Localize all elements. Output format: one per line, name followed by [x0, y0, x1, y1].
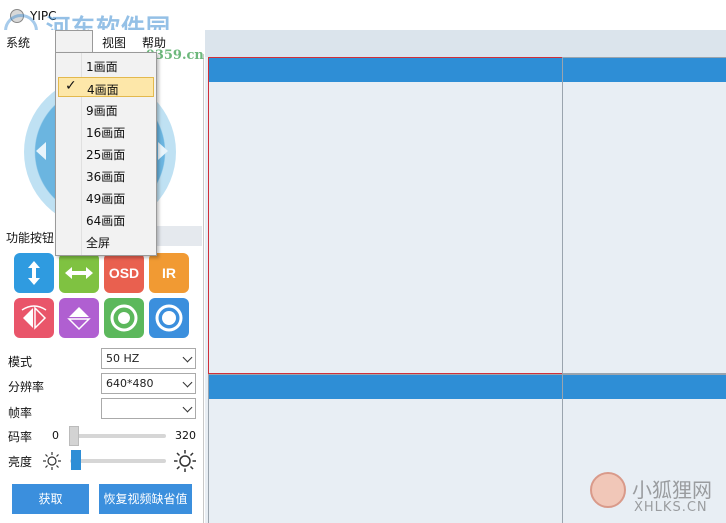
sun-small-icon — [43, 452, 61, 470]
osd-button-label: OSD — [108, 265, 140, 281]
fullscreen-option[interactable]: 全屏 — [58, 231, 154, 251]
fox-watermark-logo-icon — [590, 472, 626, 508]
record-button[interactable] — [104, 298, 144, 338]
layout-option-label: 9画面 — [86, 104, 118, 118]
framerate-label: 帧率 — [8, 406, 33, 420]
fox-watermark-name: 小狐狸网 — [632, 478, 712, 502]
flip-button[interactable] — [59, 298, 99, 338]
ir-button-label: IR — [162, 265, 176, 281]
screen-layout-dropdown: 1画面 ✓ 4画面 9画面 16画面 25画面 36画面 49画面 64画面 全屏 — [55, 52, 157, 256]
vertical-flip-button[interactable] — [14, 253, 54, 293]
mirror-button[interactable] — [14, 298, 54, 338]
restore-defaults-button[interactable]: 恢复视频缺省值 — [99, 484, 192, 514]
video-cell-header — [563, 375, 726, 399]
function-buttons-label: 功能按钮 — [6, 231, 55, 245]
video-cell-2[interactable] — [562, 57, 726, 374]
chevron-down-icon — [182, 402, 193, 413]
layout-49-option[interactable]: 49画面 — [58, 187, 154, 207]
ptz-right-arrow-icon[interactable] — [158, 142, 168, 160]
checkmark-icon: ✓ — [65, 78, 77, 94]
layout-25-option[interactable]: 25画面 — [58, 143, 154, 163]
layout-option-label: 16画面 — [86, 126, 126, 140]
mode-select[interactable]: 50 HZ — [101, 348, 196, 369]
brightness-slider-thumb[interactable] — [70, 450, 81, 470]
bitrate-label: 码率 — [8, 430, 33, 444]
resolution-select[interactable]: 640*480 — [101, 373, 196, 394]
ptz-left-arrow-icon[interactable] — [36, 142, 46, 160]
resolution-label: 分辨率 — [8, 380, 45, 394]
get-button[interactable]: 获取 — [12, 484, 89, 514]
bitrate-slider-thumb[interactable] — [69, 426, 79, 446]
flip-icon — [67, 307, 91, 331]
layout-option-label: 64画面 — [86, 214, 126, 228]
framerate-select[interactable] — [101, 398, 196, 419]
layout-option-label: 全屏 — [86, 236, 111, 250]
layout-option-label: 36画面 — [86, 170, 126, 184]
vertical-arrows-icon — [28, 261, 40, 285]
layout-64-option[interactable]: 64画面 — [58, 209, 154, 229]
mode-select-value: 50 HZ — [106, 352, 140, 365]
menu-screen-open-tab — [55, 30, 93, 52]
osd-button[interactable]: OSD — [104, 253, 144, 293]
brightness-slider-track[interactable] — [70, 459, 166, 463]
resolution-select-value: 640*480 — [106, 377, 154, 390]
layout-16-option[interactable]: 16画面 — [58, 121, 154, 141]
snapshot-icon — [155, 304, 183, 332]
bitrate-max: 320 — [175, 429, 196, 442]
chevron-down-icon — [182, 352, 193, 363]
mode-label: 模式 — [8, 355, 33, 369]
layout-1-option[interactable]: 1画面 — [58, 55, 154, 75]
layout-9-option[interactable]: 9画面 — [58, 99, 154, 119]
video-toolbar-strip — [205, 30, 726, 57]
layout-option-label: 49画面 — [86, 192, 126, 206]
video-area — [205, 30, 726, 523]
video-cell-header — [209, 375, 562, 399]
layout-4-option[interactable]: ✓ 4画面 — [58, 77, 154, 97]
chevron-down-icon — [182, 377, 193, 388]
sun-large-icon — [174, 450, 196, 472]
layout-option-label: 1画面 — [86, 60, 118, 74]
video-cell-1[interactable] — [208, 57, 563, 374]
video-cell-3[interactable] — [208, 374, 563, 523]
layout-36-option[interactable]: 36画面 — [58, 165, 154, 185]
function-header-strip — [156, 226, 202, 246]
mirror-icon — [21, 305, 47, 330]
video-cell-header — [209, 58, 562, 82]
layout-option-label: 4画面 — [87, 83, 119, 97]
title-bar: YIPC 河东软件园 — [0, 0, 726, 48]
bitrate-min: 0 — [52, 429, 59, 442]
record-icon — [110, 304, 138, 332]
brightness-label: 亮度 — [8, 455, 33, 469]
layout-option-label: 25画面 — [86, 148, 126, 162]
horizontal-arrows-icon — [65, 267, 93, 279]
video-cell-header — [563, 58, 726, 82]
horizontal-flip-button[interactable] — [59, 253, 99, 293]
menu-system[interactable]: 系统 — [6, 34, 30, 51]
ir-button[interactable]: IR — [149, 253, 189, 293]
snapshot-button[interactable] — [149, 298, 189, 338]
bitrate-slider-track[interactable] — [70, 434, 166, 438]
fox-watermark-domain: XHLKS.CN — [634, 500, 708, 515]
